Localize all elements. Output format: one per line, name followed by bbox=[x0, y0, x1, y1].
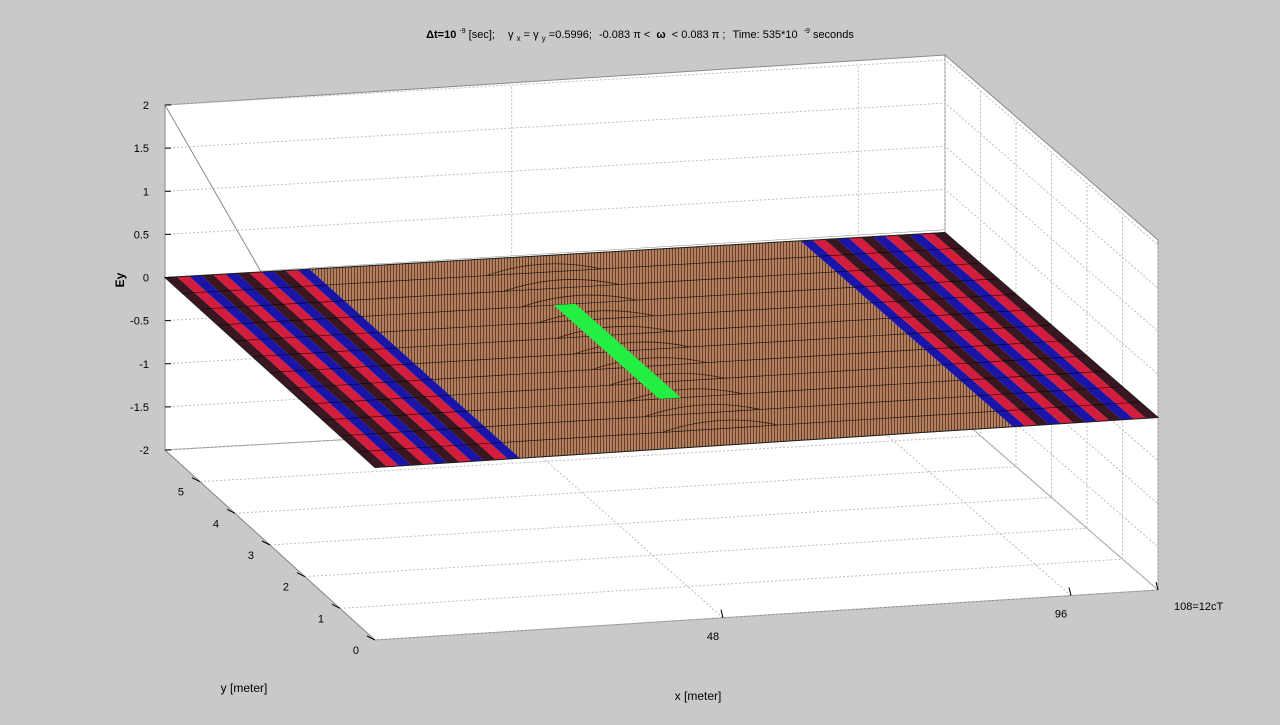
y-tick-label-4: 4 bbox=[213, 518, 219, 530]
z-tick-label-1: 1.5 bbox=[134, 143, 149, 155]
z-tick-label-7: -1.5 bbox=[130, 402, 149, 414]
z-tick-label-3: 0.5 bbox=[134, 229, 149, 241]
y-axis-label: y [meter] bbox=[221, 681, 268, 695]
x-tick-label-2: 108=12cT bbox=[1174, 601, 1224, 613]
z-axis-label: Ey bbox=[113, 272, 127, 287]
y-tick-label-0: 0 bbox=[353, 645, 359, 657]
figure-window: 2 1.5 1 0.5 0 -0.5 -1 -1.5 -2 0 1 2 3 4 5 48 96 108=12c… bbox=[0, 0, 1280, 720]
chart-title: Δt=10 -9 [sec]; γ x = γ y =0.5996; -0.08… bbox=[426, 24, 854, 44]
x-tick-label-0: 48 bbox=[707, 631, 719, 643]
z-tick-label-6: -1 bbox=[139, 359, 149, 371]
z-tick-label-2: 1 bbox=[143, 186, 149, 198]
y-tick-label-2: 2 bbox=[283, 582, 289, 594]
z-tick-label-4: 0 bbox=[143, 273, 149, 285]
surface-plot: 2 1.5 1 0.5 0 -0.5 -1 -1.5 -2 0 1 2 3 4 5 48 96 108=12c… bbox=[113, 24, 1224, 703]
y-tick-label-3: 3 bbox=[248, 550, 254, 562]
y-tick-label-1: 1 bbox=[318, 613, 324, 625]
z-tick-label-8: -2 bbox=[139, 445, 149, 457]
x-tick-label-1: 96 bbox=[1055, 609, 1067, 621]
y-tick-label-5: 5 bbox=[178, 487, 184, 499]
z-tick-label-5: -0.5 bbox=[130, 316, 149, 328]
z-tick-label-0: 2 bbox=[143, 100, 149, 112]
x-axis-label: x [meter] bbox=[675, 689, 722, 703]
